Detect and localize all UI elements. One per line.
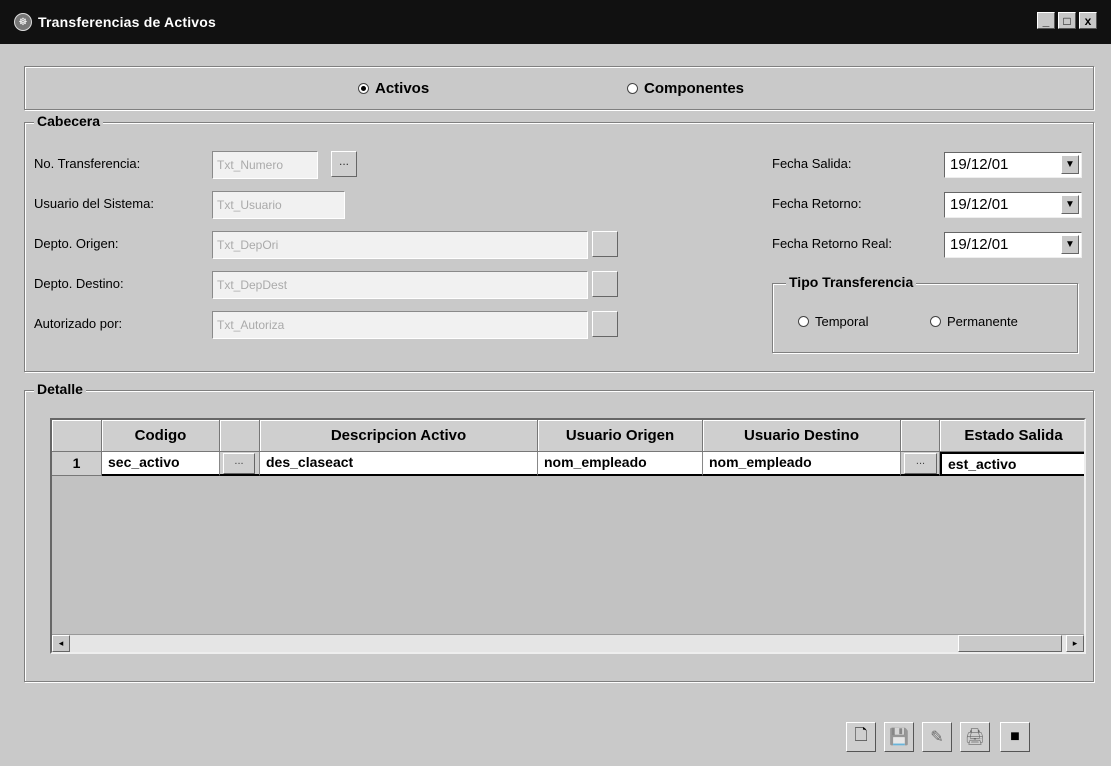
cabecera-legend: Cabecera bbox=[34, 113, 104, 129]
radio-temporal-dot[interactable] bbox=[798, 316, 809, 327]
radio-activos[interactable]: Activos bbox=[358, 80, 429, 97]
header-codigo[interactable]: Codigo bbox=[102, 420, 220, 452]
codigo-browse-button[interactable]: ... bbox=[223, 453, 255, 474]
exit-icon: ■ bbox=[1010, 728, 1020, 745]
usuario-input[interactable]: Txt_Usuario bbox=[212, 191, 345, 219]
scroll-right-icon[interactable]: ▸ bbox=[1066, 635, 1084, 652]
radio-permanente[interactable]: Permanente bbox=[930, 314, 1018, 329]
dropdown-arrow-icon[interactable]: ▼ bbox=[1061, 155, 1079, 174]
origen-label: Depto. Origen: bbox=[34, 236, 119, 251]
app-icon: ☸ bbox=[14, 13, 32, 31]
fecha-retorno-value: 19/12/01 bbox=[950, 196, 1009, 213]
header-estado-salida[interactable]: Estado Salida bbox=[940, 420, 1084, 452]
header-descripcion[interactable]: Descripcion Activo bbox=[260, 420, 538, 452]
fecha-retorno-real-picker[interactable]: 19/12/01 ▼ bbox=[944, 232, 1082, 258]
scroll-thumb[interactable] bbox=[958, 635, 1062, 652]
cell-estado-salida[interactable]: est_activo bbox=[940, 452, 1084, 476]
header-blank-2 bbox=[901, 420, 940, 452]
numero-label: No. Transferencia: bbox=[34, 156, 141, 171]
window-title: Transferencias de Activos bbox=[38, 14, 217, 30]
dropdown-arrow-icon[interactable]: ▼ bbox=[1061, 235, 1079, 254]
title-bar[interactable]: ☸ Transferencias de Activos _ □ x bbox=[0, 0, 1111, 44]
new-button[interactable]: 🗋 bbox=[846, 722, 876, 752]
destino-browse-button[interactable]: ... bbox=[904, 453, 937, 474]
edit-icon: ✎ bbox=[930, 729, 944, 746]
fecha-salida-picker[interactable]: 19/12/01 ▼ bbox=[944, 152, 1082, 178]
autorizado-input[interactable]: Txt_Autoriza bbox=[212, 311, 588, 339]
header-blank-1 bbox=[220, 420, 260, 452]
fecha-salida-value: 19/12/01 bbox=[950, 156, 1009, 173]
fecha-retorno-real-label: Fecha Retorno Real: bbox=[772, 236, 892, 251]
radio-permanente-label: Permanente bbox=[947, 314, 1018, 329]
numero-browse-button[interactable]: ... bbox=[331, 151, 357, 177]
radio-componentes-dot[interactable] bbox=[627, 83, 638, 94]
usuario-label: Usuario del Sistema: bbox=[34, 196, 154, 211]
cell-usuario-origen[interactable]: nom_empleado bbox=[538, 452, 703, 476]
row-number[interactable]: 1 bbox=[52, 452, 102, 476]
print-icon: 🖨 bbox=[964, 729, 986, 746]
print-button[interactable]: 🖨 bbox=[960, 722, 990, 752]
destino-input[interactable]: Txt_DepDest bbox=[212, 271, 588, 299]
window-controls: _ □ x bbox=[1037, 12, 1097, 29]
header-corner bbox=[52, 420, 102, 452]
close-button[interactable]: x bbox=[1079, 12, 1097, 29]
save-button[interactable]: 💾 bbox=[884, 722, 914, 752]
radio-activos-label: Activos bbox=[375, 80, 430, 97]
origen-browse-button[interactable] bbox=[592, 231, 618, 257]
radio-componentes[interactable]: Componentes bbox=[627, 80, 744, 97]
autorizado-label: Autorizado por: bbox=[34, 316, 123, 331]
minimize-button[interactable]: _ bbox=[1037, 12, 1055, 29]
cell-descripcion[interactable]: des_claseact bbox=[260, 452, 538, 476]
cell-usuario-destino[interactable]: nom_empleado bbox=[703, 452, 901, 476]
radio-componentes-label: Componentes bbox=[644, 80, 745, 97]
new-document-icon: 🗋 bbox=[854, 726, 868, 744]
header-usuario-destino[interactable]: Usuario Destino bbox=[703, 420, 901, 452]
cell-codigo[interactable]: sec_activo bbox=[102, 452, 220, 476]
radio-permanente-dot[interactable] bbox=[930, 316, 941, 327]
edit-button[interactable]: ✎ bbox=[922, 722, 952, 752]
exit-button[interactable]: ■ bbox=[1000, 722, 1030, 752]
scroll-left-icon[interactable]: ◂ bbox=[52, 635, 70, 652]
fecha-retorno-picker[interactable]: 19/12/01 ▼ bbox=[944, 192, 1082, 218]
header-usuario-origen[interactable]: Usuario Origen bbox=[538, 420, 703, 452]
numero-input[interactable]: Txt_Numero bbox=[212, 151, 318, 179]
maximize-button[interactable]: □ bbox=[1058, 12, 1076, 29]
fecha-retorno-label: Fecha Retorno: bbox=[772, 196, 862, 211]
detalle-grid[interactable]: Codigo Descripcion Activo Usuario Origen… bbox=[50, 418, 1086, 654]
fecha-salida-label: Fecha Salida: bbox=[772, 156, 852, 171]
autorizado-browse-button[interactable] bbox=[592, 311, 618, 337]
origen-input[interactable]: Txt_DepOri bbox=[212, 231, 588, 259]
dropdown-arrow-icon[interactable]: ▼ bbox=[1061, 195, 1079, 214]
tipo-transferencia-legend: Tipo Transferencia bbox=[786, 274, 917, 290]
radio-temporal[interactable]: Temporal bbox=[798, 314, 868, 329]
radio-temporal-label: Temporal bbox=[815, 314, 869, 329]
horizontal-scrollbar[interactable]: ◂ ▸ bbox=[52, 634, 1084, 652]
mode-panel: Activos Componentes bbox=[24, 66, 1094, 110]
destino-label: Depto. Destino: bbox=[34, 276, 124, 291]
destino-browse-button[interactable] bbox=[592, 271, 618, 297]
save-icon: 💾 bbox=[889, 729, 909, 746]
detalle-legend: Detalle bbox=[34, 381, 86, 397]
fecha-retorno-real-value: 19/12/01 bbox=[950, 236, 1009, 253]
radio-activos-dot[interactable] bbox=[358, 83, 369, 94]
